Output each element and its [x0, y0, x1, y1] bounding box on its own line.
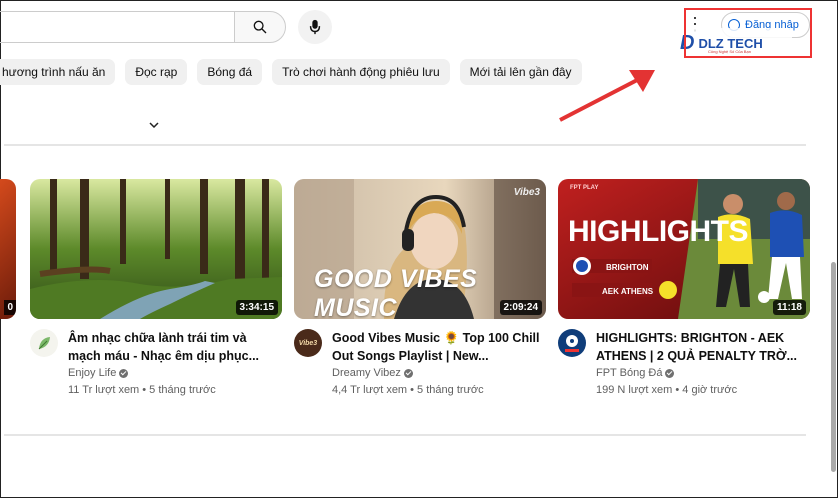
- video-duration: 3:34:15: [235, 300, 278, 315]
- thumbnail-brand: FPT PLAY: [570, 185, 599, 191]
- video-card[interactable]: 3:34:15 Âm nhạc chữa lành trái tim và mạ…: [30, 179, 282, 399]
- verified-icon: [665, 368, 675, 378]
- video-title[interactable]: Âm nhạc chữa lành trái tim và mạch máu -…: [68, 329, 282, 365]
- annotation-arrow: [559, 70, 655, 122]
- leaf-icon: [38, 337, 50, 350]
- channel-name-text: Dreamy Vibez: [332, 367, 401, 379]
- filter-chips: hương trình nấu ăn Đọc rạp Bóng đá Trò c…: [0, 59, 582, 85]
- section-divider: [4, 144, 806, 146]
- channel-avatar[interactable]: [558, 329, 586, 357]
- video-thumbnail[interactable]: HIGHLIGHTS BRIGHTON AEK ATHENS FPT PLAY …: [558, 179, 810, 319]
- ball-icon: [565, 335, 579, 352]
- video-card[interactable]: HIGHLIGHTS BRIGHTON AEK ATHENS FPT PLAY …: [558, 179, 810, 399]
- thumbnail-logo: Vibe3: [513, 187, 540, 198]
- verified-icon: [403, 368, 413, 378]
- video-duration: 11:18: [772, 300, 806, 315]
- channel-avatar[interactable]: Vibe3: [294, 329, 322, 357]
- video-title[interactable]: HIGHLIGHTS: BRIGHTON - AEK ATHENS | 2 QU…: [596, 329, 810, 365]
- search-button[interactable]: [234, 11, 286, 43]
- chip-reading[interactable]: Đọc rạp: [125, 59, 188, 85]
- thumbnail-text: HIGHLIGHTS: [568, 215, 749, 248]
- football-highlights-image: [558, 179, 810, 319]
- video-stats: 11 Tr lượt xem • 5 tháng trước: [68, 384, 216, 396]
- annotation-highlight-box: [684, 8, 812, 58]
- channel-name[interactable]: FPT Bóng Đá: [596, 365, 810, 382]
- partial-video-thumbnail[interactable]: 0: [0, 179, 16, 319]
- section-divider: [4, 434, 806, 436]
- channel-name[interactable]: Dreamy Vibez: [332, 365, 546, 382]
- verified-icon: [119, 368, 129, 378]
- chip-cooking[interactable]: hương trình nấu ăn: [0, 59, 116, 85]
- search-input[interactable]: [0, 11, 234, 43]
- channel-avatar[interactable]: [30, 329, 58, 357]
- channel-name-text: Enjoy Life: [68, 367, 117, 379]
- video-card[interactable]: GOOD VIBES MUSIC Vibe3 2:09:24 Vibe3 Goo…: [294, 179, 546, 399]
- page-scrollbar[interactable]: [831, 262, 836, 472]
- video-thumbnail[interactable]: GOOD VIBES MUSIC Vibe3 2:09:24: [294, 179, 546, 319]
- chip-football[interactable]: Bóng đá: [197, 59, 263, 85]
- video-title[interactable]: Good Vibes Music 🌻 Top 100 Chill Out Son…: [332, 329, 546, 365]
- video-stats: 199 N lượt xem • 4 giờ trước: [596, 384, 738, 396]
- voice-search-button[interactable]: [298, 10, 332, 44]
- team-away-label: AEK ATHENS: [602, 287, 654, 296]
- search-icon: [253, 20, 267, 34]
- channel-name[interactable]: Enjoy Life: [68, 365, 282, 382]
- microphone-icon: [309, 19, 321, 35]
- chip-action-adventure-games[interactable]: Trò chơi hành động phiêu lưu: [272, 59, 450, 85]
- chevron-down-icon[interactable]: [148, 119, 160, 131]
- forest-stream-image: [30, 179, 282, 319]
- avatar-text: Vibe3: [298, 339, 318, 347]
- team-home-label: BRIGHTON: [606, 263, 649, 272]
- video-duration: 0: [4, 300, 16, 315]
- search-bar: [0, 11, 286, 43]
- channel-name-text: FPT Bóng Đá: [596, 367, 663, 379]
- video-stats: 4,4 Tr lượt xem • 5 tháng trước: [332, 384, 484, 396]
- video-thumbnail[interactable]: 3:34:15: [30, 179, 282, 319]
- video-duration: 2:09:24: [499, 300, 542, 315]
